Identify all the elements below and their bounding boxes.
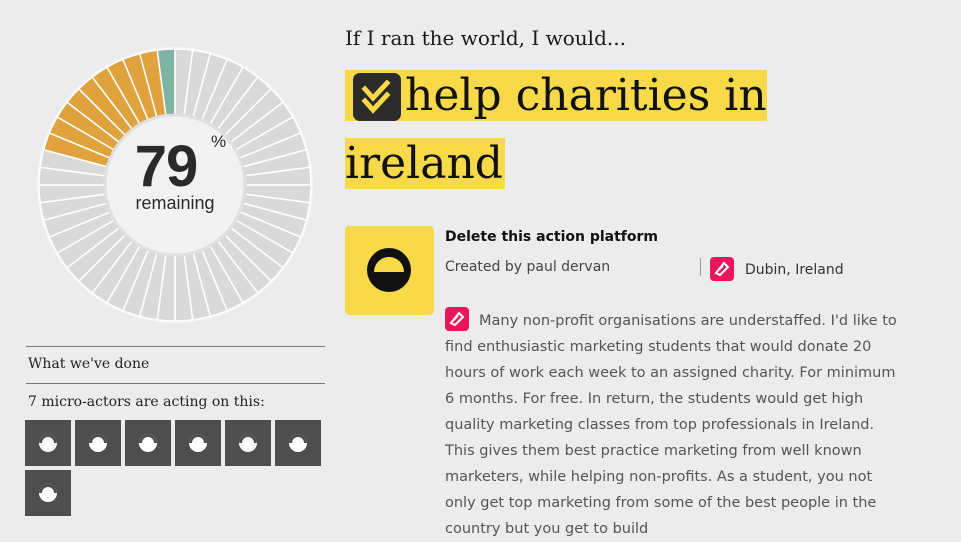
actor-avatar[interactable] [175,420,221,466]
smiley-icon [39,434,57,452]
actor-avatar[interactable] [75,420,121,466]
divider [700,258,701,276]
percent-remaining: 79 [134,134,199,199]
divider [26,346,325,347]
what-weve-done-link[interactable]: What we've done [28,356,149,372]
location-text: Dubin, Ireland [745,262,844,278]
smiley-icon [189,434,207,452]
creator-text: Created by paul dervan [445,259,611,275]
actor-avatar[interactable] [275,420,321,466]
headline-text: help charities in ireland [345,70,767,189]
page-title: help charities in ireland [345,62,815,198]
actor-avatar[interactable] [225,420,271,466]
smiley-icon [289,434,307,452]
smiley-icon [239,434,257,452]
actors-title: 7 micro-actors are acting on this: [28,394,265,410]
smiley-icon [89,434,107,452]
smiley-icon [367,248,411,292]
smiley-icon [39,484,57,502]
smiley-icon [139,434,157,452]
divider [26,383,325,384]
actor-avatar[interactable] [25,420,71,466]
platform-avatar[interactable] [345,226,434,315]
percent-sign: % [211,132,227,151]
delete-platform-link[interactable]: Delete this action platform [445,229,658,245]
location-pin-icon [710,257,734,281]
remaining-label: remaining [135,193,215,213]
actor-avatar[interactable] [25,470,71,516]
description-text: Many non-profit organisations are unders… [445,313,897,537]
page-kicker: If I ran the world, I would... [345,26,626,50]
checkmark-icon [353,73,401,121]
actor-avatar[interactable] [125,420,171,466]
